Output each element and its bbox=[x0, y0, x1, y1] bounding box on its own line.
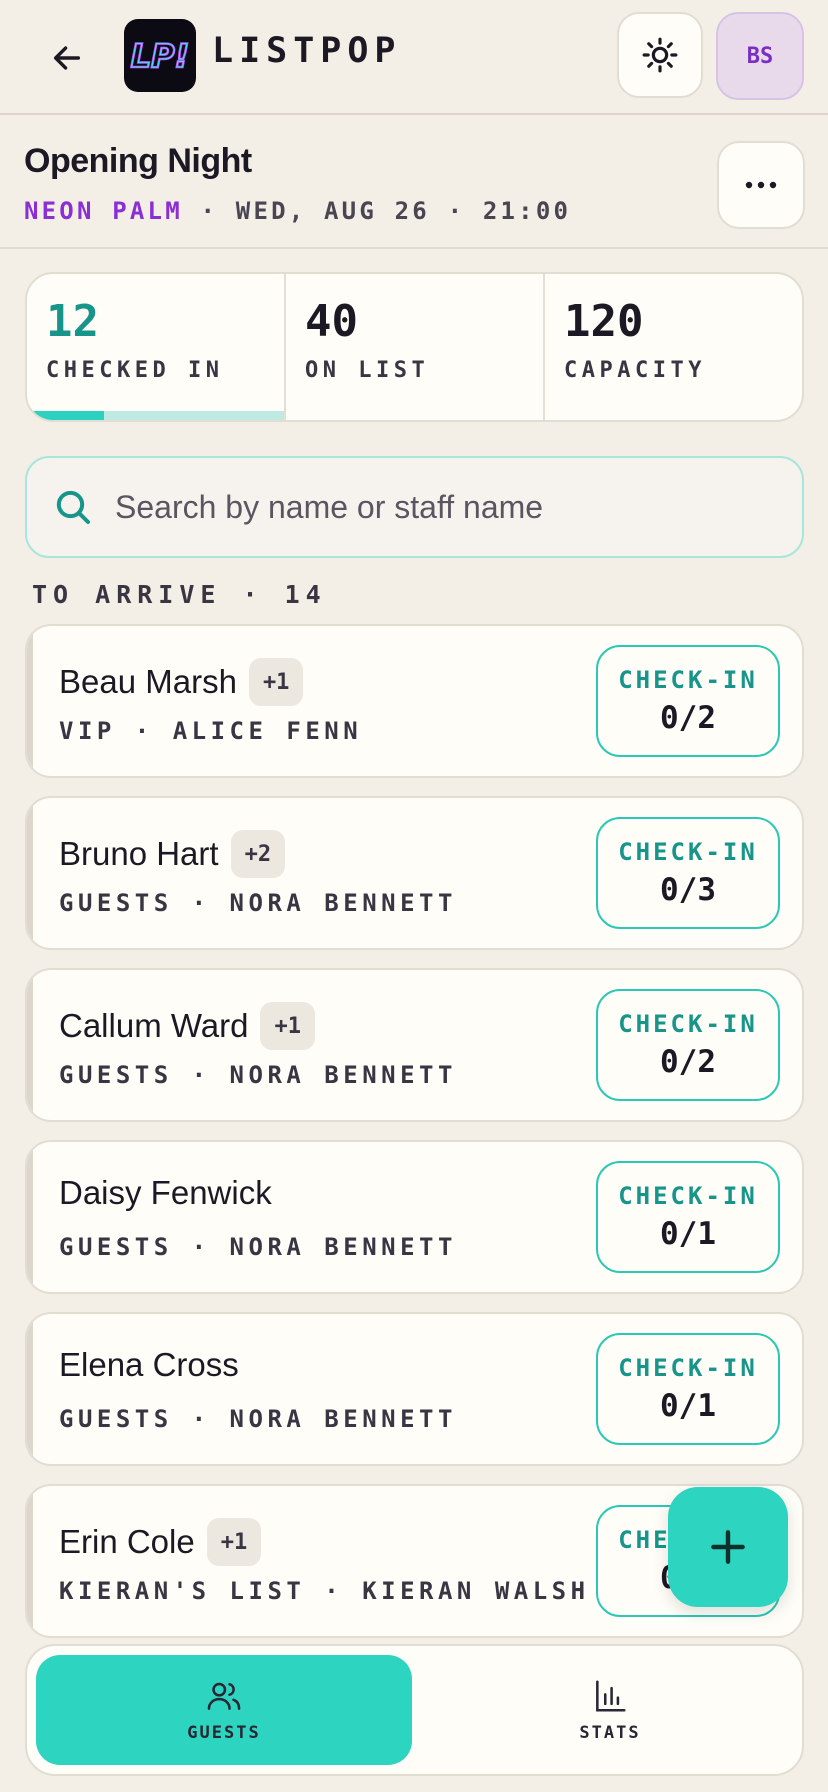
guest-list-staff: KIERAN'S LIST · KIERAN WALSH bbox=[59, 1577, 590, 1605]
search-icon bbox=[51, 485, 95, 529]
nav-guests-label: GUESTS bbox=[187, 1723, 261, 1743]
check-in-button[interactable]: CHECK-IN 0/1 bbox=[596, 1333, 780, 1445]
on-list-label: ON LIST bbox=[305, 358, 430, 383]
guest-list-staff: GUESTS · NORA BENNETT bbox=[59, 1233, 457, 1261]
guest-card[interactable]: Elena Cross GUESTS · NORA BENNETT CHECK-… bbox=[25, 1312, 804, 1466]
arrow-left-icon bbox=[53, 46, 81, 70]
check-in-label: CHECK-IN bbox=[618, 1354, 758, 1382]
event-header: Opening Night NEON PALM · WED, AUG 26 · … bbox=[0, 115, 828, 249]
plus-badge: +1 bbox=[260, 1002, 315, 1050]
app-header: LP! LP! LISTPOP BS bbox=[0, 0, 828, 115]
stats-panel: 12 CHECKED IN 40 ON LIST 120 CAPACITY bbox=[25, 272, 804, 422]
checkin-progress-fill bbox=[27, 411, 105, 420]
event-venue: NEON PALM bbox=[24, 197, 183, 225]
section-title-to-arrive: TO ARRIVE · 14 bbox=[32, 580, 327, 609]
guest-name-row: Beau Marsh +1 bbox=[59, 658, 304, 706]
add-guest-button[interactable] bbox=[668, 1487, 788, 1607]
logo-text-glow: LP! bbox=[131, 37, 189, 75]
check-in-button[interactable]: CHECK-IN 0/3 bbox=[596, 817, 780, 929]
search-bar[interactable] bbox=[25, 456, 804, 558]
app-brand: LISTPOP bbox=[212, 31, 402, 71]
check-in-label: CHECK-IN bbox=[618, 1182, 758, 1210]
guest-name: Callum Ward bbox=[59, 1007, 249, 1044]
guest-list: Beau Marsh +1 VIP · ALICE FENN CHECK-IN … bbox=[25, 624, 804, 1640]
guest-list-staff: VIP · ALICE FENN bbox=[59, 717, 363, 745]
plus-icon bbox=[711, 1530, 745, 1564]
guest-name: Beau Marsh bbox=[59, 663, 237, 700]
capacity-value: 120 bbox=[564, 296, 644, 347]
check-in-label: CHECK-IN bbox=[618, 838, 758, 866]
guest-name-row: Bruno Hart +2 bbox=[59, 830, 286, 878]
guest-card[interactable]: Beau Marsh +1 VIP · ALICE FENN CHECK-IN … bbox=[25, 624, 804, 778]
check-in-count: 0/2 bbox=[660, 700, 716, 736]
guest-name-row: Erin Cole +1 bbox=[59, 1518, 262, 1566]
check-in-label: CHECK-IN bbox=[618, 666, 758, 694]
guest-name-row: Daisy Fenwick bbox=[59, 1174, 272, 1212]
stat-capacity: 120 CAPACITY bbox=[543, 274, 802, 420]
app-logo: LP! LP! bbox=[124, 19, 196, 92]
nav-tab-stats[interactable]: STATS bbox=[425, 1655, 795, 1765]
checked-in-label: CHECKED IN bbox=[46, 358, 224, 383]
theme-toggle-button[interactable] bbox=[617, 12, 703, 98]
back-button[interactable] bbox=[42, 33, 92, 83]
check-in-count: 0/2 bbox=[660, 1044, 716, 1080]
check-in-count: 0/1 bbox=[660, 1388, 716, 1424]
checked-in-value: 12 bbox=[46, 296, 99, 347]
user-avatar[interactable]: BS bbox=[716, 12, 804, 100]
more-horizontal-icon bbox=[745, 181, 777, 189]
event-datetime: · WED, AUG 26 · 21:00 bbox=[182, 197, 572, 225]
checkin-progress-bar bbox=[27, 411, 284, 420]
guest-name: Elena Cross bbox=[59, 1346, 239, 1383]
nav-tab-guests[interactable]: GUESTS bbox=[36, 1655, 412, 1765]
guest-name: Bruno Hart bbox=[59, 835, 219, 872]
guest-card[interactable]: Daisy Fenwick GUESTS · NORA BENNETT CHEC… bbox=[25, 1140, 804, 1294]
bar-chart-icon bbox=[596, 1680, 626, 1712]
bottom-nav: GUESTS STATS bbox=[25, 1644, 804, 1776]
plus-badge: +1 bbox=[248, 658, 304, 706]
stat-on-list: 40 ON LIST bbox=[284, 274, 543, 420]
check-in-button[interactable]: CHECK-IN 0/1 bbox=[596, 1161, 780, 1273]
guest-card[interactable]: Bruno Hart +2 GUESTS · NORA BENNETT CHEC… bbox=[25, 796, 804, 950]
guest-list-staff: GUESTS · NORA BENNETT bbox=[59, 889, 457, 917]
guest-name: Erin Cole bbox=[59, 1523, 195, 1560]
more-options-button[interactable] bbox=[717, 141, 805, 229]
check-in-button[interactable]: CHECK-IN 0/2 bbox=[596, 989, 780, 1101]
search-input[interactable] bbox=[113, 487, 802, 527]
guest-list-staff: GUESTS · NORA BENNETT bbox=[59, 1405, 457, 1433]
stat-checked-in: 12 CHECKED IN bbox=[27, 274, 284, 420]
check-in-label: CHECK-IN bbox=[618, 1010, 758, 1038]
guest-name-row: Callum Ward +1 bbox=[59, 1002, 315, 1050]
check-in-count: 0/3 bbox=[660, 872, 716, 908]
nav-stats-label: STATS bbox=[579, 1723, 641, 1743]
guest-card[interactable]: Callum Ward +1 GUESTS · NORA BENNETT CHE… bbox=[25, 968, 804, 1122]
sun-icon bbox=[642, 37, 678, 73]
guest-name-row: Elena Cross bbox=[59, 1346, 239, 1384]
on-list-value: 40 bbox=[305, 296, 358, 347]
users-icon bbox=[207, 1682, 241, 1710]
capacity-label: CAPACITY bbox=[564, 358, 706, 383]
event-title: Opening Night bbox=[24, 142, 252, 180]
check-in-count: 0/1 bbox=[660, 1216, 716, 1252]
guest-list-staff: GUESTS · NORA BENNETT bbox=[59, 1061, 457, 1089]
check-in-button[interactable]: CHECK-IN 0/2 bbox=[596, 645, 780, 757]
plus-badge: +2 bbox=[230, 830, 286, 878]
guest-name: Daisy Fenwick bbox=[59, 1174, 272, 1211]
plus-badge: +1 bbox=[206, 1518, 262, 1566]
event-meta: NEON PALM · WED, AUG 26 · 21:00 bbox=[24, 197, 571, 225]
